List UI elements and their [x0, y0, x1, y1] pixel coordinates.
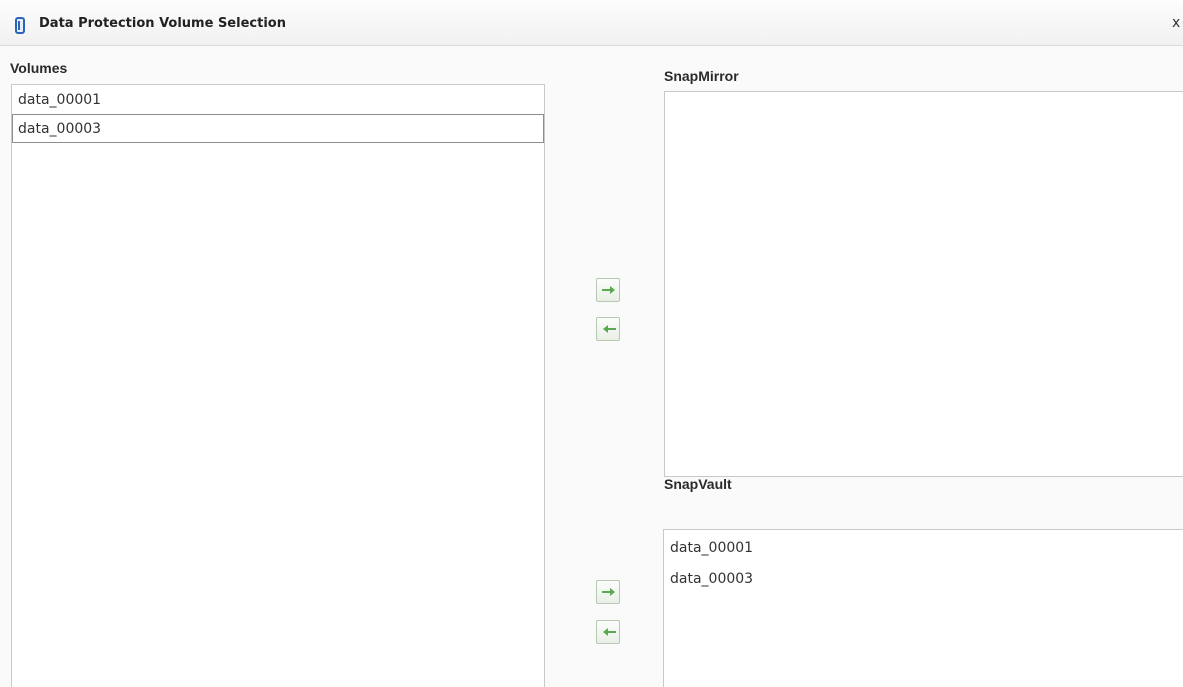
remove-from-snapmirror-button[interactable]: [596, 317, 620, 341]
arrow-right-icon: [602, 286, 615, 294]
dialog-titlebar: Data Protection Volume Selection x: [0, 0, 1183, 46]
snapvault-label: SnapVault: [664, 476, 732, 492]
add-to-snapmirror-button[interactable]: [596, 278, 620, 302]
list-item[interactable]: data_00003: [12, 114, 544, 143]
close-icon[interactable]: x: [1172, 15, 1183, 33]
volumes-list[interactable]: data_00001 data_00003: [11, 84, 545, 687]
snapmirror-list[interactable]: [664, 91, 1183, 477]
arrow-left-icon: [603, 325, 616, 333]
dialog-window-icon: [15, 17, 25, 34]
list-item[interactable]: data_00001: [12, 85, 544, 114]
snapvault-list[interactable]: data_00001 data_00003: [663, 529, 1183, 687]
volume-selection-dialog: Data Protection Volume Selection x Volum…: [0, 0, 1183, 687]
dialog-title: Data Protection Volume Selection: [39, 16, 286, 31]
arrow-right-icon: [602, 588, 615, 596]
arrow-left-icon: [603, 628, 616, 636]
volumes-label: Volumes: [10, 60, 68, 76]
remove-from-snapvault-button[interactable]: [596, 620, 620, 644]
add-to-snapvault-button[interactable]: [596, 580, 620, 604]
list-item[interactable]: data_00001: [664, 530, 1183, 561]
list-item[interactable]: data_00003: [664, 561, 1183, 592]
snapmirror-label: SnapMirror: [664, 68, 739, 84]
